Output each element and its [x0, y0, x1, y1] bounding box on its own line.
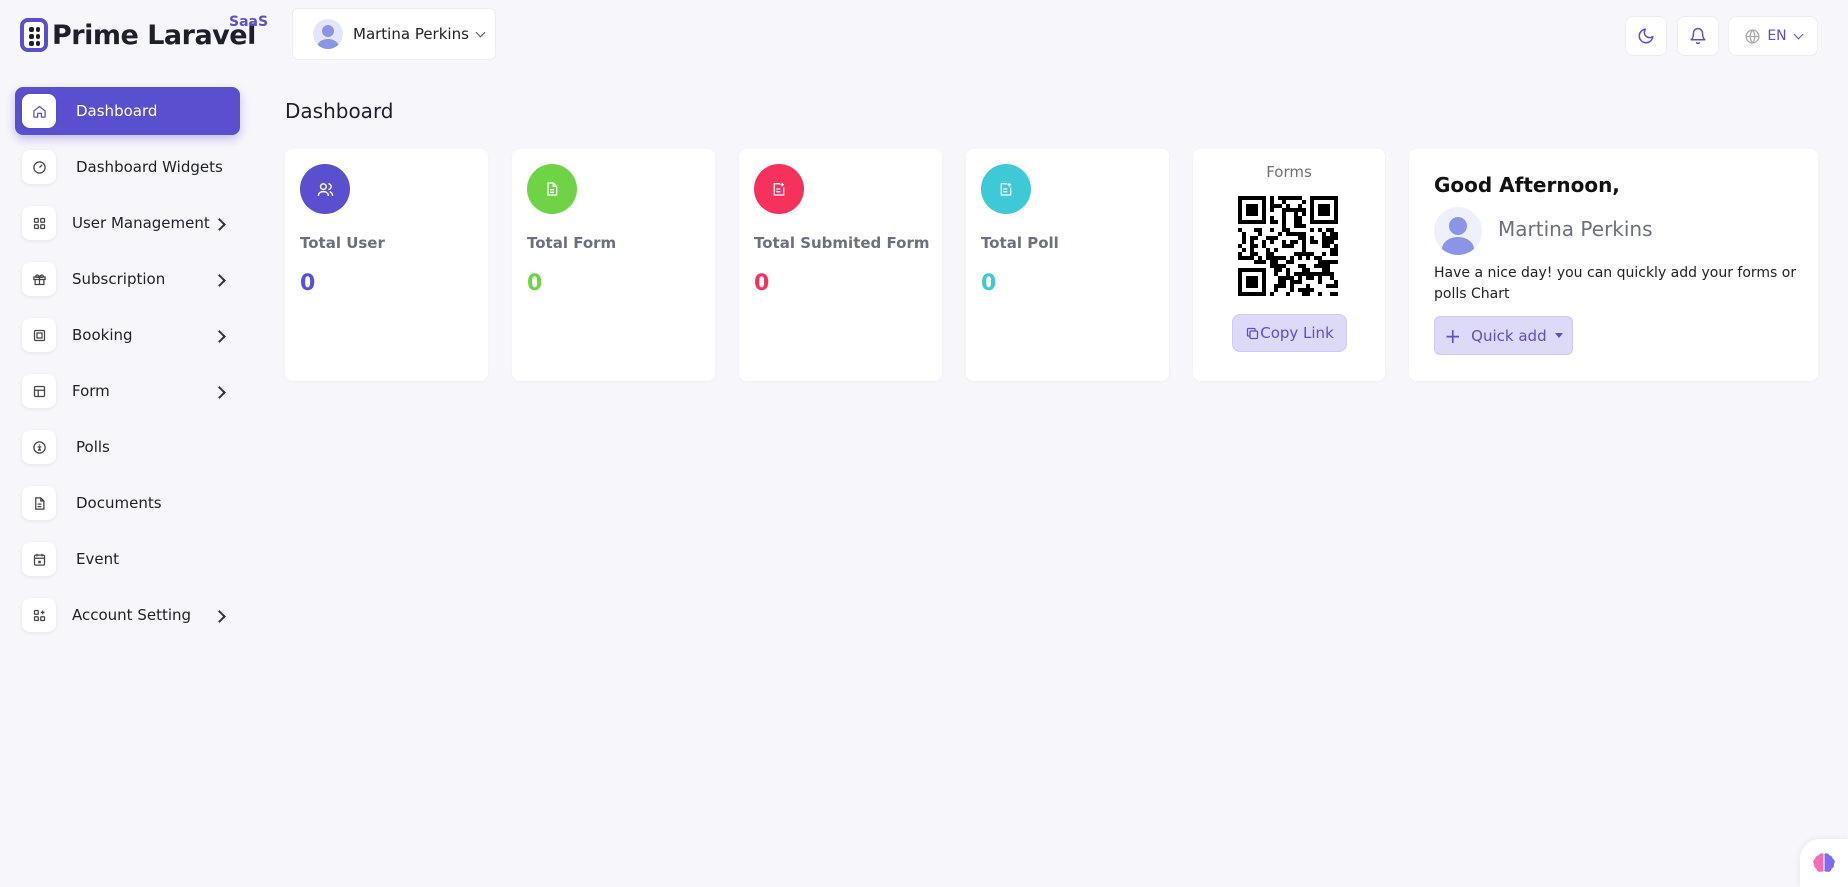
sidebar-item-documents[interactable]: Documents [15, 479, 240, 527]
gift-icon [22, 262, 56, 296]
stat-card-total-user: Total User 0 [285, 149, 488, 381]
sidebar-item-dashboard[interactable]: Dashboard [15, 87, 240, 135]
file-check-icon [754, 164, 804, 214]
language-selector[interactable]: EN [1728, 16, 1818, 56]
chevron-right-icon [213, 610, 226, 623]
chevron-right-icon [213, 218, 226, 231]
home-icon [22, 94, 56, 128]
chevron-right-icon [213, 274, 226, 287]
copy-link-button[interactable]: Copy Link [1232, 314, 1347, 352]
sidebar-item-label: Subscription [72, 270, 166, 288]
quick-add-button[interactable]: + Quick add [1434, 316, 1573, 355]
stat-value: 0 [754, 271, 770, 296]
chevron-down-icon [475, 27, 486, 37]
gauge-icon [22, 150, 56, 184]
settings-grid-icon [22, 598, 56, 632]
sidebar-item-label: Documents [76, 494, 162, 512]
stat-label: Total User [300, 234, 385, 252]
sidebar-item-label: Booking [72, 326, 133, 344]
greeting-message: Have a nice day! you can quickly add you… [1434, 265, 1797, 302]
table-icon [22, 374, 56, 408]
file-icon [527, 164, 577, 214]
sidebar-item-label: Form [72, 382, 110, 400]
stat-label: Total Poll [981, 234, 1059, 252]
sidebar-item-subscription[interactable]: Subscription [15, 255, 240, 303]
sidebar-item-polls[interactable]: Polls [15, 423, 240, 471]
frame-icon [22, 318, 56, 352]
document-icon [22, 486, 56, 520]
poll-doc-icon [981, 164, 1031, 214]
sidebar-item-label: User Management [72, 214, 210, 232]
brand-name: Prime Laravel [52, 19, 256, 51]
sidebar-item-dashboard-widgets[interactable]: Dashboard Widgets [15, 143, 240, 191]
ai-assistant-button[interactable] [1800, 839, 1848, 887]
quick-add-label: Quick add [1471, 326, 1547, 345]
stat-label: Total Submited Form [754, 234, 930, 252]
apps-icon [22, 206, 56, 240]
avatar [1434, 207, 1482, 255]
sidebar-item-label: Dashboard [76, 102, 158, 120]
plus-icon: + [1444, 323, 1462, 348]
copy-link-label: Copy Link [1260, 324, 1334, 342]
moon-icon [1638, 28, 1654, 44]
forms-qr-card: Forms Copy Link [1193, 149, 1385, 381]
chevron-down-icon [1793, 29, 1804, 39]
sidebar-item-account-setting[interactable]: Account Setting [15, 591, 240, 639]
sidebar-item-label: Event [76, 550, 119, 568]
stat-label: Total Form [527, 234, 617, 252]
bell-icon [1690, 27, 1706, 45]
calendar-icon [22, 542, 56, 576]
page-title: Dashboard [285, 99, 394, 123]
brand-logo[interactable]: Prime Laravel SaaS [20, 14, 268, 52]
theme-toggle-button[interactable] [1625, 16, 1667, 56]
greeting-title: Good Afternoon, [1434, 173, 1620, 197]
avatar [313, 19, 343, 49]
sidebar-item-booking[interactable]: Booking [15, 311, 240, 359]
stat-value: 0 [981, 271, 997, 296]
poll-icon [22, 430, 56, 464]
sidebar-item-label: Account Setting [72, 606, 192, 624]
brand-badge: SaaS [229, 14, 269, 30]
globe-icon [1745, 28, 1760, 44]
stat-card-total-poll: Total Poll 0 [966, 149, 1169, 381]
user-switcher-dropdown[interactable]: Martina Perkins [292, 8, 496, 60]
logo-icon [20, 18, 48, 52]
greeting-user-name: Martina Perkins [1498, 217, 1653, 241]
stat-value: 0 [300, 271, 316, 296]
forms-card-title: Forms [1266, 163, 1312, 181]
caret-down-icon [1554, 333, 1563, 338]
copy-icon [1247, 327, 1259, 339]
users-icon [300, 164, 350, 214]
stat-card-total-submitted-form: Total Submited Form 0 [739, 149, 942, 381]
qr-code [1238, 196, 1338, 296]
notifications-button[interactable] [1677, 16, 1719, 56]
sidebar-item-user-management[interactable]: User Management [15, 199, 240, 247]
stat-value: 0 [527, 271, 543, 296]
sidebar-item-event[interactable]: Event [15, 535, 240, 583]
sidebar-item-label: Polls [76, 438, 110, 456]
chevron-right-icon [213, 386, 226, 399]
language-code: EN [1767, 28, 1787, 44]
sidebar-item-label: Dashboard Widgets [76, 158, 223, 176]
sidebar: Dashboard Dashboard Widgets User Managem… [15, 87, 240, 647]
brain-icon [1813, 853, 1835, 872]
chevron-right-icon [213, 330, 226, 343]
stat-card-total-form: Total Form 0 [512, 149, 715, 381]
greeting-card: Good Afternoon, Martina Perkins Have a n… [1409, 149, 1818, 381]
sidebar-item-form[interactable]: Form [15, 367, 240, 415]
user-switcher-name: Martina Perkins [353, 25, 469, 43]
